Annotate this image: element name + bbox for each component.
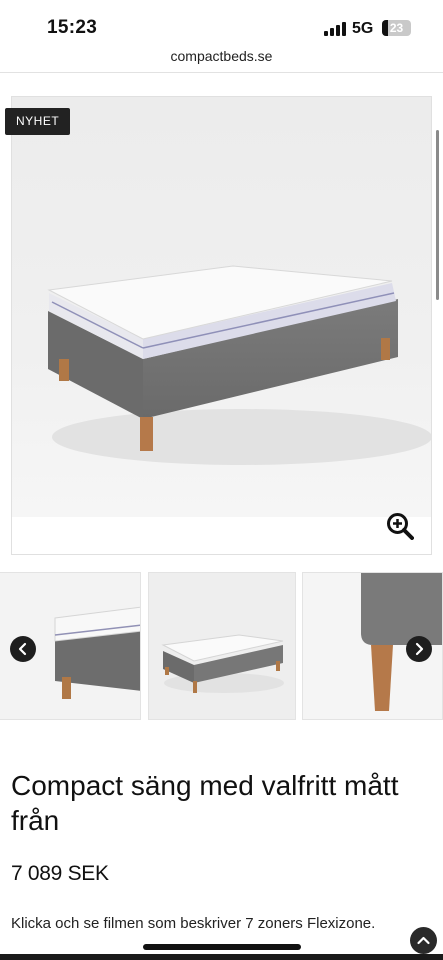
product-price: 7 089 SEK xyxy=(11,862,109,885)
status-time: 15:23 xyxy=(47,17,98,38)
status-bar: 15:23 5G 23 xyxy=(0,0,443,44)
network-type: 5G xyxy=(352,20,374,37)
url-text[interactable]: compactbeds.se xyxy=(171,48,273,64)
home-indicator[interactable] xyxy=(143,944,301,950)
thumbnail-2[interactable] xyxy=(148,572,296,720)
bottom-bar xyxy=(0,954,443,960)
new-badge: NYHET xyxy=(5,108,71,135)
chevron-left-icon[interactable] xyxy=(10,636,36,662)
battery-level: 23 xyxy=(389,21,404,35)
product-title: Compact säng med valfritt mått från xyxy=(11,770,399,836)
zoom-in-icon[interactable] xyxy=(386,512,414,540)
signal-icon xyxy=(324,22,346,36)
battery-icon: 23 xyxy=(382,20,411,36)
product-description[interactable]: Klicka och se filmen som beskriver 7 zon… xyxy=(11,915,375,932)
url-bar[interactable]: compactbeds.se xyxy=(0,44,443,73)
main-product-image[interactable] xyxy=(11,96,432,555)
bed-photo xyxy=(12,97,431,517)
chevron-right-icon[interactable] xyxy=(406,636,432,662)
thumbnail-carousel xyxy=(0,572,443,720)
scroll-indicator xyxy=(436,130,439,300)
chevron-up-icon[interactable] xyxy=(410,927,437,954)
